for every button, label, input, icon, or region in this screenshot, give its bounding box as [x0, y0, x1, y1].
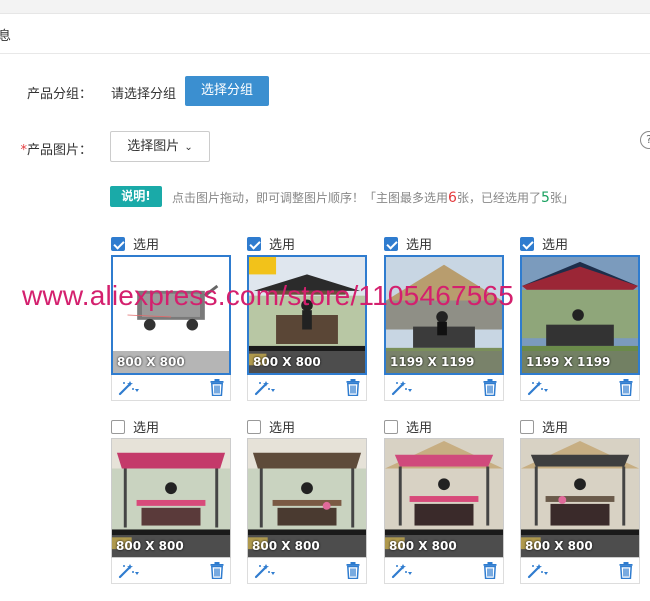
image-size-label: 800 X 800 — [116, 539, 184, 553]
watermark-text: www.aliexpress.com/store/1105467565 — [22, 280, 515, 311]
image-size-label: 1199 X 1199 — [526, 355, 611, 369]
image-tools — [247, 375, 367, 401]
image-size-label: 800 X 800 — [253, 355, 321, 369]
section-title: 息 — [0, 29, 12, 44]
product-group-value: 请选择分组 — [111, 87, 177, 102]
image-tools — [384, 558, 504, 584]
use-checkbox-row[interactable]: 选用 — [111, 234, 160, 253]
magic-wand-icon[interactable] — [527, 563, 549, 579]
trash-icon[interactable] — [210, 562, 224, 579]
product-image-thumb[interactable]: 800 X 800 — [520, 438, 640, 558]
product-image-thumb[interactable]: 800 X 800 — [247, 255, 367, 375]
select-group-button[interactable]: 选择分组 — [185, 76, 269, 106]
use-checkbox-label: 选用 — [542, 238, 569, 253]
trash-icon[interactable] — [619, 379, 633, 396]
use-checkbox-label: 选用 — [542, 421, 569, 436]
use-checkbox-label: 选用 — [406, 238, 433, 253]
use-checkbox-row[interactable]: 选用 — [111, 417, 160, 436]
use-checkbox[interactable] — [247, 237, 261, 251]
tip-badge: 说明! — [110, 186, 162, 207]
tip-text-b: 张，已经选用了 — [456, 191, 541, 205]
use-checkbox-row[interactable]: 选用 — [520, 417, 569, 436]
product-image-thumb[interactable]: 800 X 800 — [111, 255, 231, 375]
use-checkbox-label: 选用 — [133, 421, 160, 436]
image-tools — [247, 558, 367, 584]
magic-wand-icon[interactable] — [118, 563, 140, 579]
trash-icon[interactable] — [619, 562, 633, 579]
use-checkbox-label: 选用 — [133, 238, 160, 253]
use-checkbox[interactable] — [384, 420, 398, 434]
used-count: 5 — [540, 190, 550, 206]
use-checkbox-row[interactable]: 选用 — [247, 417, 296, 436]
select-images-label: 选择图片 — [127, 139, 180, 154]
top-strip — [0, 0, 650, 14]
use-checkbox[interactable] — [111, 420, 125, 434]
product-group-label: 产品分组： — [26, 87, 92, 102]
use-checkbox-row[interactable]: 选用 — [247, 234, 296, 253]
tip-text-c: 张」 — [549, 191, 574, 205]
use-checkbox[interactable] — [247, 420, 261, 434]
product-image-thumb[interactable]: 1199 X 1199 — [384, 255, 504, 375]
product-image-thumb[interactable]: 1199 X 1199 — [520, 255, 640, 375]
use-checkbox-label: 选用 — [269, 421, 296, 436]
use-checkbox[interactable] — [111, 237, 125, 251]
help-icon[interactable]: ? — [640, 131, 650, 149]
magic-wand-icon[interactable] — [527, 380, 549, 396]
trash-icon[interactable] — [346, 379, 360, 396]
image-tools — [384, 375, 504, 401]
section-header: 息 — [0, 14, 650, 54]
use-checkbox-row[interactable]: 选用 — [384, 234, 433, 253]
image-size-label: 800 X 800 — [117, 355, 185, 369]
product-images-label-text: 产品图片： — [26, 143, 92, 158]
max-count: 6 — [448, 190, 457, 206]
use-checkbox-label: 选用 — [269, 238, 296, 253]
magic-wand-icon[interactable] — [391, 380, 413, 396]
use-checkbox[interactable] — [520, 237, 534, 251]
magic-wand-icon[interactable] — [118, 380, 140, 396]
product-image-thumb[interactable]: 800 X 800 — [247, 438, 367, 558]
image-tools — [520, 558, 640, 584]
image-tools — [520, 375, 640, 401]
image-size-label: 800 X 800 — [252, 539, 320, 553]
image-tools — [111, 375, 231, 401]
trash-icon[interactable] — [483, 562, 497, 579]
magic-wand-icon[interactable] — [254, 563, 276, 579]
product-image-thumb[interactable]: 800 X 800 — [384, 438, 504, 558]
chevron-down-icon: ⌄ — [184, 142, 193, 153]
tip-text-a: 点击图片拖动，即可调整图片顺序！「主图最多选用 — [172, 191, 449, 205]
tip-text: 点击图片拖动，即可调整图片顺序！「主图最多选用6张，已经选用了5张」 — [172, 189, 574, 206]
image-size-label: 800 X 800 — [389, 539, 457, 553]
use-checkbox[interactable] — [520, 420, 534, 434]
image-size-label: 800 X 800 — [525, 539, 593, 553]
use-checkbox-row[interactable]: 选用 — [384, 417, 433, 436]
trash-icon[interactable] — [210, 379, 224, 396]
use-checkbox-row[interactable]: 选用 — [520, 234, 569, 253]
magic-wand-icon[interactable] — [254, 380, 276, 396]
use-checkbox[interactable] — [384, 237, 398, 251]
trash-icon[interactable] — [346, 562, 360, 579]
product-images-label: *产品图片： — [6, 139, 92, 158]
image-tools — [111, 558, 231, 584]
product-image-thumb[interactable]: 800 X 800 — [111, 438, 231, 558]
image-size-label: 1199 X 1199 — [390, 355, 475, 369]
trash-icon[interactable] — [483, 379, 497, 396]
use-checkbox-label: 选用 — [406, 421, 433, 436]
magic-wand-icon[interactable] — [391, 563, 413, 579]
select-images-button[interactable]: 选择图片 ⌄ — [110, 131, 210, 162]
